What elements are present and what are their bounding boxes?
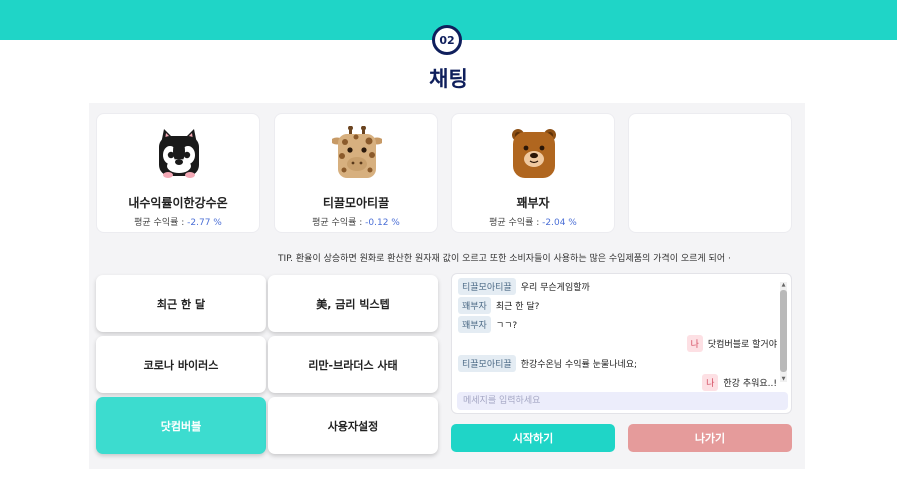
chat-text: 우리 무슨게임할까 — [520, 283, 590, 293]
scenario-button-recent-month[interactable]: 최근 한 달 — [96, 275, 266, 332]
scrollbar-thumb[interactable] — [780, 290, 787, 372]
return-label: 평균 수익률 : — [312, 218, 363, 228]
chat-text: 닷컴버블로 할거야 — [707, 340, 777, 350]
page-title: 채팅 — [429, 67, 468, 91]
chat-message-input[interactable] — [457, 392, 788, 410]
player-return: 평균 수익률 : -0.12 % — [275, 215, 437, 228]
player-card: 내수익률이한강수온 평균 수익률 : -2.77 % — [96, 113, 260, 233]
chat-text: 한강 추워요..! — [723, 379, 777, 389]
scenario-button-corona[interactable]: 코로나 바이러스 — [96, 336, 266, 393]
return-value: -0.12 % — [365, 218, 400, 228]
player-name: 꽤부자 — [516, 196, 550, 210]
raccoon-icon — [159, 129, 199, 178]
start-game-button[interactable]: 시작하기 — [451, 424, 615, 452]
chat-message: 티끌모아티끌 한강수온님 수익률 눈물나네요; — [458, 355, 637, 372]
exit-button[interactable]: 나가기 — [628, 424, 792, 452]
bear-icon — [512, 129, 556, 178]
scenario-button-custom[interactable]: 사용자설정 — [268, 397, 438, 454]
chat-message-mine: 나 닷컴버블로 할거야 — [686, 335, 777, 352]
game-lobby-panel: 내수익률이한강수온 평균 수익률 : -2.77 % 티끌모아티끌 평균 수익률… — [89, 103, 805, 469]
chat-text: ㄱㄱ? — [495, 321, 518, 331]
player-card: 꽤부자 평균 수익률 : -2.04 % — [451, 113, 615, 233]
return-label: 평균 수익률 : — [489, 218, 540, 228]
chat-sender: 꽤부자 — [458, 297, 491, 314]
return-label: 평균 수익률 : — [134, 218, 185, 228]
step-badge: 02 — [432, 25, 462, 55]
chat-sender: 나 — [702, 374, 719, 391]
chat-scrollbar[interactable]: ▲ ▼ — [780, 282, 787, 382]
chat-text: 최근 한 달? — [495, 302, 540, 312]
scenario-button-lehman[interactable]: 리만-브라더스 사태 — [268, 336, 438, 393]
chat-message: 꽤부자 ㄱㄱ? — [458, 316, 517, 333]
chat-sender: 나 — [686, 335, 703, 352]
chat-message: 꽤부자 최근 한 달? — [458, 297, 539, 314]
player-return: 평균 수익률 : -2.77 % — [97, 215, 259, 228]
return-value: -2.77 % — [187, 218, 222, 228]
player-card: 티끌모아티끌 평균 수익률 : -0.12 % — [274, 113, 438, 233]
giraffe-icon — [332, 126, 382, 178]
scenario-button-rate-bigstep[interactable]: 美, 금리 빅스텝 — [268, 275, 438, 332]
player-name: 티끌모아티끌 — [322, 196, 390, 210]
player-return: 평균 수익률 : -2.04 % — [452, 215, 614, 228]
empty-player-slot — [628, 113, 792, 233]
chat-sender: 티끌모아티끌 — [458, 278, 516, 295]
chat-sender: 티끌모아티끌 — [458, 355, 516, 372]
scroll-up-icon[interactable]: ▲ — [780, 282, 787, 288]
chat-message: 티끌모아티끌 우리 무슨게임할까 — [458, 278, 590, 295]
tip-text: TIP. 환율이 상승하면 원화로 환산한 원자재 값이 오르고 또한 소비자들… — [278, 254, 731, 264]
return-value: -2.04 % — [542, 218, 577, 228]
chat-message-mine: 나 한강 추워요..! — [702, 374, 777, 391]
scroll-down-icon[interactable]: ▼ — [780, 376, 787, 382]
chat-box: 티끌모아티끌 우리 무슨게임할까 꽤부자 최근 한 달? 꽤부자 ㄱㄱ? 나 닷… — [451, 273, 792, 414]
chat-sender: 꽤부자 — [458, 316, 491, 333]
scenario-button-dotcom[interactable]: 닷컴버블 — [96, 397, 266, 454]
player-name: 내수익률이한강수온 — [128, 196, 228, 210]
chat-text: 한강수온님 수익률 눈물나네요; — [520, 360, 638, 370]
